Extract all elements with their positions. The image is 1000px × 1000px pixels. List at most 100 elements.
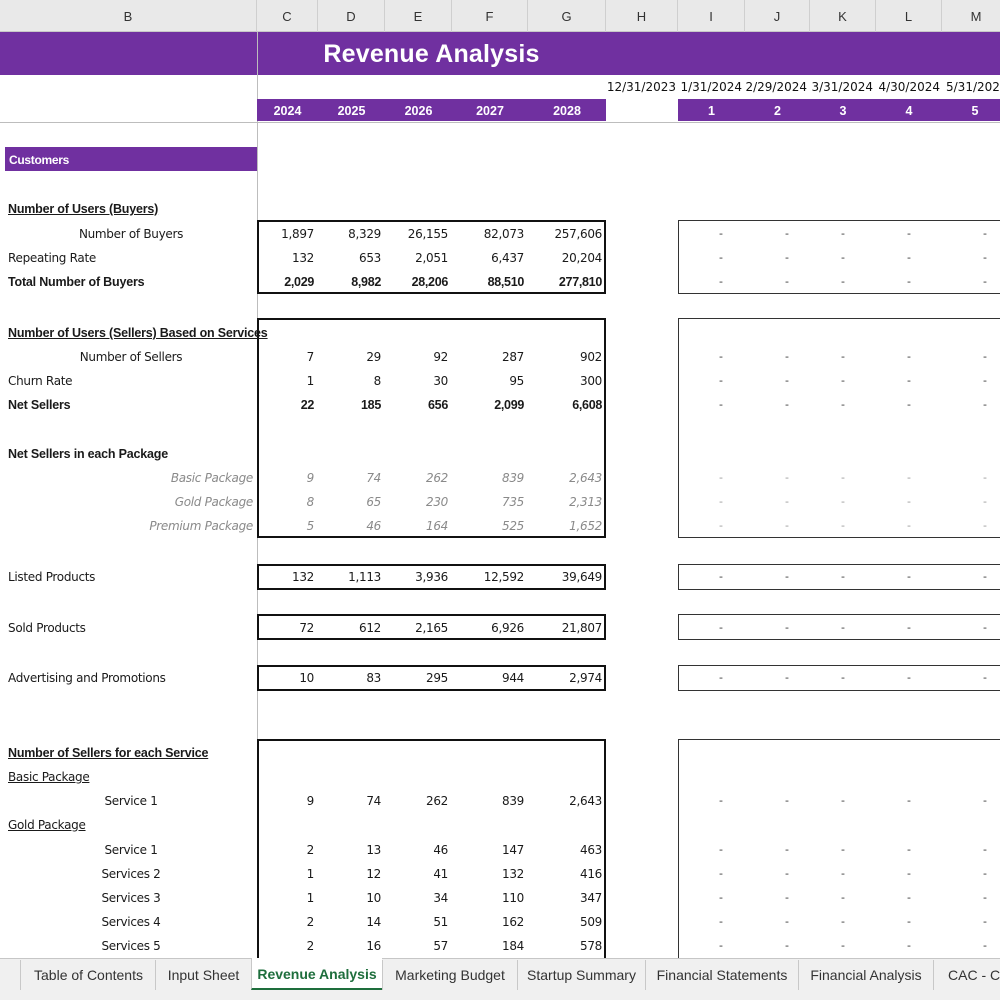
monthly-cell-value[interactable]: - (970, 936, 1000, 956)
monthly-cell-value[interactable]: - (828, 224, 858, 244)
monthly-cell-value[interactable]: - (772, 248, 802, 268)
monthly-cell-value[interactable]: - (772, 468, 802, 488)
cell-value[interactable]: 10 (257, 668, 314, 688)
cell-value[interactable]: 300 (528, 371, 602, 391)
monthly-cell-value[interactable]: - (828, 888, 858, 908)
tab-revenue-analysis[interactable]: Revenue Analysis (251, 958, 382, 990)
cell-value[interactable]: 22 (257, 395, 315, 415)
cell-value[interactable]: 21,807 (528, 618, 603, 638)
cell-value[interactable]: 653 (318, 248, 381, 268)
monthly-cell-value[interactable]: - (970, 840, 1000, 860)
monthly-cell-value[interactable]: - (894, 912, 924, 932)
monthly-cell-value[interactable]: - (970, 468, 1000, 488)
cell-value[interactable]: 902 (528, 347, 602, 367)
tab-table-of-contents[interactable]: Table of Contents (20, 960, 156, 990)
monthly-cell-value[interactable]: - (970, 864, 1000, 884)
monthly-cell-value[interactable]: - (706, 224, 736, 244)
cell-value[interactable]: 230 (385, 492, 448, 512)
cell-value[interactable]: 509 (528, 912, 602, 932)
cell-value[interactable]: 12,592 (452, 567, 525, 587)
cell-value[interactable]: 6,437 (452, 248, 524, 268)
column-header-e[interactable]: E (385, 0, 452, 32)
cell-value[interactable]: 72 (257, 618, 314, 638)
monthly-cell-value[interactable]: - (894, 371, 924, 391)
monthly-cell-value[interactable]: - (970, 567, 1000, 587)
monthly-cell-value[interactable]: - (970, 618, 1000, 638)
monthly-cell-value[interactable]: - (706, 668, 736, 688)
cell-value[interactable]: 12 (318, 864, 381, 884)
cell-value[interactable]: 1,652 (528, 516, 602, 536)
monthly-cell-value[interactable]: - (828, 668, 858, 688)
monthly-cell-value[interactable]: - (706, 791, 736, 811)
cell-value[interactable]: 1,113 (318, 567, 381, 587)
cell-value[interactable]: 1,897 (257, 224, 314, 244)
cell-value[interactable]: 578 (528, 936, 602, 956)
cell-value[interactable]: 92 (385, 347, 448, 367)
cell-value[interactable]: 74 (318, 791, 381, 811)
column-header-b[interactable]: B (0, 0, 257, 32)
cell-value[interactable]: 6,926 (452, 618, 524, 638)
cell-value[interactable]: 2 (257, 936, 315, 956)
monthly-cell-value[interactable]: - (894, 272, 924, 292)
monthly-cell-value[interactable]: - (894, 224, 924, 244)
monthly-cell-value[interactable]: - (706, 492, 736, 512)
monthly-cell-value[interactable]: - (772, 618, 802, 638)
cell-value[interactable]: 5 (257, 516, 315, 536)
cell-value[interactable]: 2 (257, 912, 315, 932)
cell-value[interactable]: 88,510 (452, 272, 525, 292)
cell-value[interactable]: 8 (318, 371, 382, 391)
cell-value[interactable]: 10 (318, 888, 381, 908)
cell-value[interactable]: 6,608 (528, 395, 602, 415)
monthly-cell-value[interactable]: - (894, 618, 924, 638)
cell-value[interactable]: 34 (385, 888, 448, 908)
cell-value[interactable]: 13 (318, 840, 381, 860)
monthly-cell-value[interactable]: - (772, 888, 802, 908)
cell-value[interactable]: 26,155 (385, 224, 449, 244)
monthly-cell-value[interactable]: - (772, 492, 802, 512)
cell-value[interactable]: 39,649 (528, 567, 603, 587)
monthly-cell-value[interactable]: - (894, 492, 924, 512)
column-header-h[interactable]: H (606, 0, 678, 32)
monthly-cell-value[interactable]: - (828, 468, 858, 488)
monthly-cell-value[interactable]: - (828, 516, 858, 536)
cell-value[interactable]: 46 (385, 840, 448, 860)
monthly-cell-value[interactable]: - (706, 371, 736, 391)
monthly-cell-value[interactable]: - (894, 567, 924, 587)
column-header-i[interactable]: I (678, 0, 745, 32)
tab-marketing-budget[interactable]: Marketing Budget (382, 960, 517, 990)
cell-value[interactable]: 416 (528, 864, 602, 884)
column-header-m[interactable]: M (942, 0, 1000, 32)
cell-value[interactable]: 9 (257, 468, 315, 488)
tab-financial-statements[interactable]: Financial Statements (645, 960, 798, 990)
cell-value[interactable]: 735 (452, 492, 524, 512)
monthly-cell-value[interactable]: - (772, 791, 802, 811)
monthly-cell-value[interactable]: - (772, 516, 802, 536)
cell-value[interactable]: 184 (452, 936, 524, 956)
cell-value[interactable]: 28,206 (385, 272, 449, 292)
cell-value[interactable]: 185 (318, 395, 381, 415)
monthly-cell-value[interactable]: - (894, 668, 924, 688)
cell-value[interactable]: 2,099 (452, 395, 524, 415)
monthly-cell-value[interactable]: - (828, 395, 858, 415)
cell-value[interactable]: 3,936 (385, 567, 448, 587)
monthly-cell-value[interactable]: - (828, 371, 858, 391)
cell-value[interactable]: 2,165 (385, 618, 448, 638)
cell-value[interactable]: 2,643 (528, 468, 602, 488)
monthly-cell-value[interactable]: - (706, 567, 736, 587)
cell-value[interactable]: 262 (385, 468, 448, 488)
monthly-cell-value[interactable]: - (894, 864, 924, 884)
cell-value[interactable]: 95 (452, 371, 524, 391)
cell-value[interactable]: 295 (385, 668, 448, 688)
monthly-cell-value[interactable]: - (970, 248, 1000, 268)
monthly-cell-value[interactable]: - (894, 516, 924, 536)
monthly-cell-value[interactable]: - (828, 248, 858, 268)
monthly-cell-value[interactable]: - (828, 272, 858, 292)
monthly-cell-value[interactable]: - (706, 248, 736, 268)
monthly-cell-value[interactable]: - (970, 224, 1000, 244)
monthly-cell-value[interactable]: - (706, 936, 736, 956)
monthly-cell-value[interactable]: - (970, 272, 1000, 292)
monthly-cell-value[interactable]: - (772, 668, 802, 688)
cell-value[interactable]: 7 (257, 347, 315, 367)
column-header-l[interactable]: L (876, 0, 942, 32)
monthly-cell-value[interactable]: - (772, 272, 802, 292)
